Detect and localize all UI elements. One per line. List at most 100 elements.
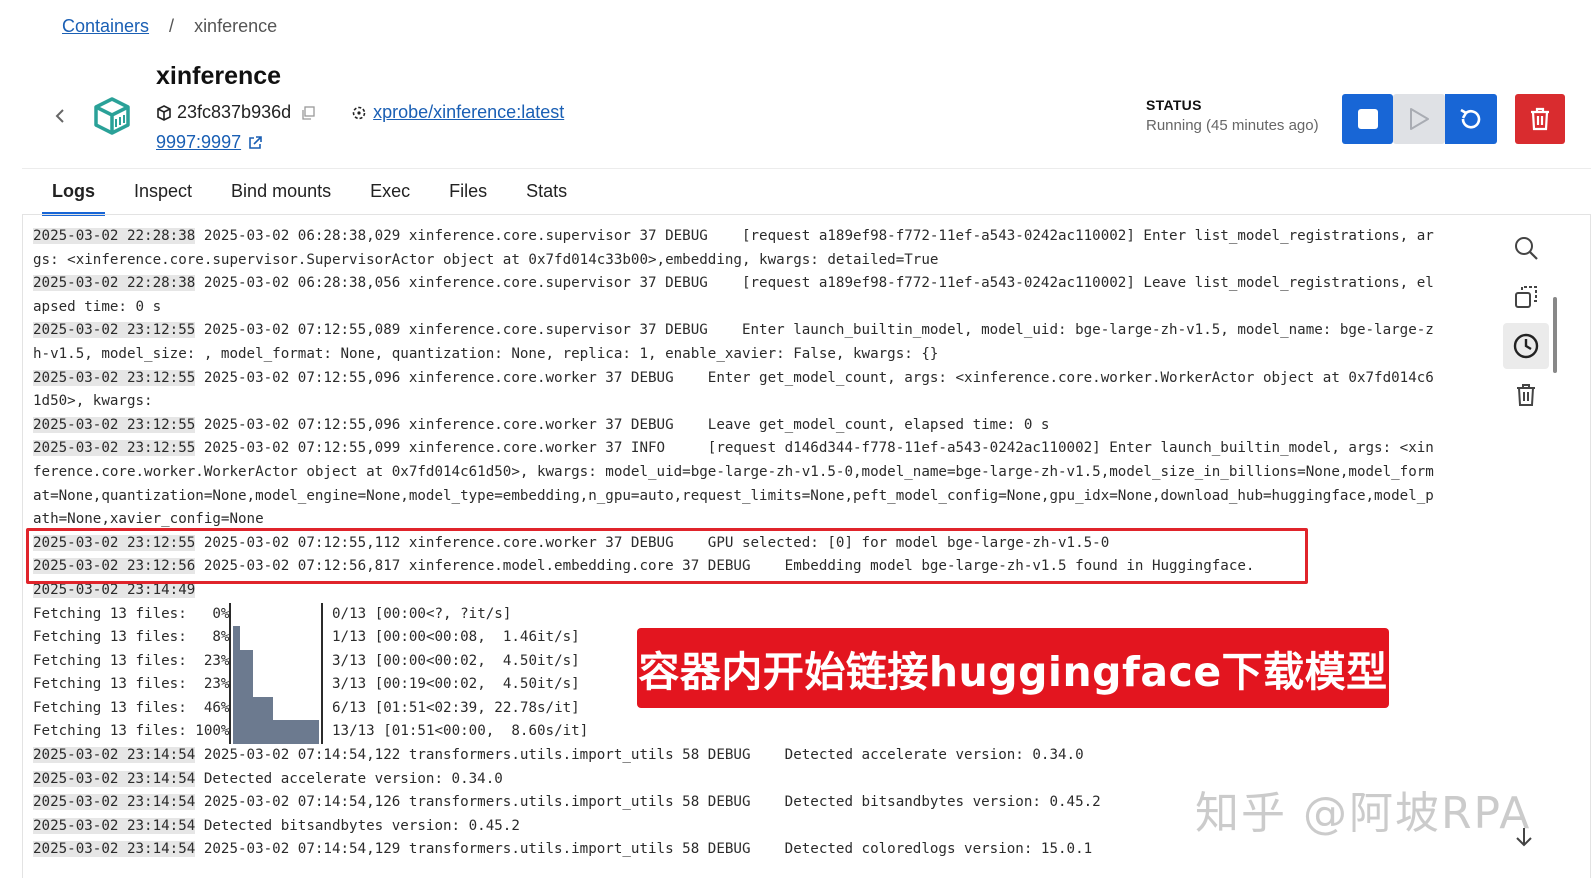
start-button[interactable]: [1393, 94, 1445, 144]
progress-bar-fill: [233, 649, 254, 674]
log-text: apsed time: 0 s: [33, 298, 162, 315]
log-timestamp: 2025-03-02 23:12:55: [33, 369, 196, 386]
clear-logs-icon: [1517, 384, 1535, 406]
log-toolbar: [1503, 225, 1553, 421]
log-line: ath=None,xavier_config=None: [33, 508, 1517, 532]
progress-bar: [229, 696, 324, 721]
log-line: at=None,quantization=None,model_engine=N…: [33, 485, 1517, 509]
progress-label: Fetching 13 files: 46%: [33, 699, 230, 716]
log-timestamp: 2025-03-02 23:14:54: [33, 794, 196, 811]
progress-bar: [229, 673, 324, 697]
progress-bar-fill: [233, 673, 254, 697]
status-value: Running (45 minutes ago): [1146, 117, 1319, 134]
progress-bar-fill: [233, 626, 241, 650]
timestamps-toggle[interactable]: [1503, 323, 1549, 369]
progress-status: 6/13 [01:51<02:39, 22.78s/it]: [323, 699, 580, 716]
restart-button[interactable]: [1445, 94, 1497, 144]
log-timestamp: 2025-03-02 23:12:55: [33, 440, 196, 457]
clock-icon: [1513, 333, 1539, 359]
log-line: apsed time: 0 s: [33, 296, 1517, 320]
log-scrollbar[interactable]: [1553, 297, 1557, 373]
log-output[interactable]: 2025-03-02 22:28:38 2025-03-02 06:28:38,…: [33, 225, 1517, 862]
delete-button[interactable]: [1515, 94, 1565, 144]
progress-bar-left-edge: [229, 720, 232, 745]
log-text: ference.core.worker.WorkerActor object a…: [33, 463, 1434, 480]
log-timestamp: 2025-03-02 23:12:55: [33, 416, 196, 433]
container-name: xinference: [156, 62, 282, 90]
log-text: 2025-03-02 07:12:55,096 xinference.core.…: [195, 369, 1434, 386]
progress-label: Fetching 13 files: 0%: [33, 605, 230, 622]
tab-bind-mounts[interactable]: Bind mounts: [221, 181, 341, 216]
progress-bar-right-edge: [321, 673, 324, 697]
progress-bar-fill: [233, 696, 274, 721]
progress-label: Fetching 13 files: 100%: [33, 723, 230, 740]
log-line: 2025-03-02 23:12:55 2025-03-02 07:12:55,…: [33, 414, 1517, 438]
log-line: 2025-03-02 23:14:54 2025-03-02 07:14:54,…: [33, 744, 1517, 768]
progress-status: 0/13 [00:00<?, ?it/s]: [323, 605, 512, 622]
progress-label: Fetching 13 files: 8%: [33, 629, 230, 646]
progress-bar-right-edge: [321, 649, 324, 674]
cube-icon: [157, 104, 171, 121]
image-link[interactable]: xprobe/xinference:latest: [373, 102, 564, 123]
log-text: 2025-03-02 07:14:54,129 transformers.uti…: [195, 841, 1093, 858]
chevron-left-icon[interactable]: [54, 106, 70, 126]
log-text: 2025-03-02 07:12:55,096 xinference.core.…: [195, 416, 1050, 433]
log-text: 2025-03-02 07:14:54,126 transformers.uti…: [195, 794, 1101, 811]
tab-exec[interactable]: Exec: [360, 181, 420, 216]
logs-panel[interactable]: 2025-03-02 22:28:38 2025-03-02 06:28:38,…: [22, 214, 1591, 878]
log-text: h-v1.5, model_size: , model_format: None…: [33, 345, 939, 362]
search-logs-button[interactable]: [1503, 225, 1549, 271]
progress-label: Fetching 13 files: 23%: [33, 652, 230, 669]
log-timestamp: 2025-03-02 23:14:49: [33, 581, 196, 598]
container-id: 23fc837b936d: [177, 102, 292, 122]
log-timestamp: 2025-03-02 22:28:38: [33, 228, 196, 244]
progress-status: 3/13 [00:19<00:02, 4.50it/s]: [323, 676, 580, 693]
scroll-to-bottom-button[interactable]: [1512, 825, 1536, 849]
stop-button[interactable]: [1342, 94, 1393, 144]
log-line: 2025-03-02 23:12:55 2025-03-02 07:12:55,…: [33, 319, 1517, 343]
log-line: 2025-03-02 23:14:54 2025-03-02 07:14:54,…: [33, 838, 1517, 862]
log-text: 2025-03-02 07:12:56,817 xinference.model…: [195, 558, 1255, 575]
copy-logs-icon: [1515, 286, 1537, 308]
progress-bar: [229, 649, 324, 674]
log-line: gs: <xinference.core.supervisor.Supervis…: [33, 249, 1517, 273]
log-line: 2025-03-02 23:12:55 2025-03-02 07:12:55,…: [33, 437, 1517, 461]
port-link[interactable]: 9997:9997: [156, 132, 241, 153]
breadcrumb-containers-link[interactable]: Containers: [62, 16, 149, 37]
log-text: gs: <xinference.core.supervisor.Supervis…: [33, 251, 939, 268]
progress-bar-right-edge: [321, 602, 324, 627]
progress-bar: [229, 626, 324, 650]
log-text: 2025-03-02 06:28:38,056 xinference.core.…: [195, 275, 1434, 292]
port-row: 9997:9997: [156, 132, 263, 153]
tab-bar: Logs Inspect Bind mounts Exec Files Stat…: [42, 181, 596, 216]
tab-files[interactable]: Files: [439, 181, 497, 216]
progress-status: 3/13 [00:00<00:02, 4.50it/s]: [323, 652, 580, 669]
progress-bar-fill: [233, 720, 320, 745]
progress-label: Fetching 13 files: 23%: [33, 676, 230, 693]
tab-logs[interactable]: Logs: [42, 181, 105, 216]
progress-bar-left-edge: [229, 602, 232, 627]
restart-icon: [1460, 108, 1481, 129]
progress-line: Fetching 13 files: 100% 13/13 [01:51<00:…: [33, 720, 1517, 745]
status-block: STATUS Running (45 minutes ago): [1146, 97, 1319, 134]
watermark: 知乎 @阿坡RPA: [1195, 788, 1532, 839]
status-label: STATUS: [1146, 97, 1202, 113]
clear-logs-button[interactable]: [1503, 372, 1549, 418]
header-divider: [22, 168, 1591, 169]
log-text: 2025-03-02 06:28:38,029 xinference.core.…: [195, 228, 1434, 244]
stop-icon: [1357, 109, 1378, 129]
external-link-icon[interactable]: [247, 135, 263, 151]
tab-stats[interactable]: Stats: [516, 181, 577, 216]
log-line: 1d50>, kwargs:: [33, 390, 1517, 414]
log-text: Detected bitsandbytes version: 0.45.2: [195, 817, 520, 834]
copy-logs-button[interactable]: [1503, 274, 1549, 320]
progress-bar-right-edge: [321, 626, 324, 650]
log-timestamp: 2025-03-02 23:14:54: [33, 817, 196, 834]
log-line: 2025-03-02 23:14:49: [33, 579, 1517, 603]
log-text: 2025-03-02 07:12:55,099 xinference.core.…: [195, 440, 1434, 457]
log-line: 2025-03-02 22:28:38 2025-03-02 06:28:38,…: [33, 225, 1517, 249]
tab-inspect[interactable]: Inspect: [124, 181, 202, 216]
log-timestamp: 2025-03-02 23:14:54: [33, 770, 196, 787]
copy-icon[interactable]: [301, 105, 315, 120]
log-timestamp: 2025-03-02 23:14:54: [33, 747, 196, 764]
